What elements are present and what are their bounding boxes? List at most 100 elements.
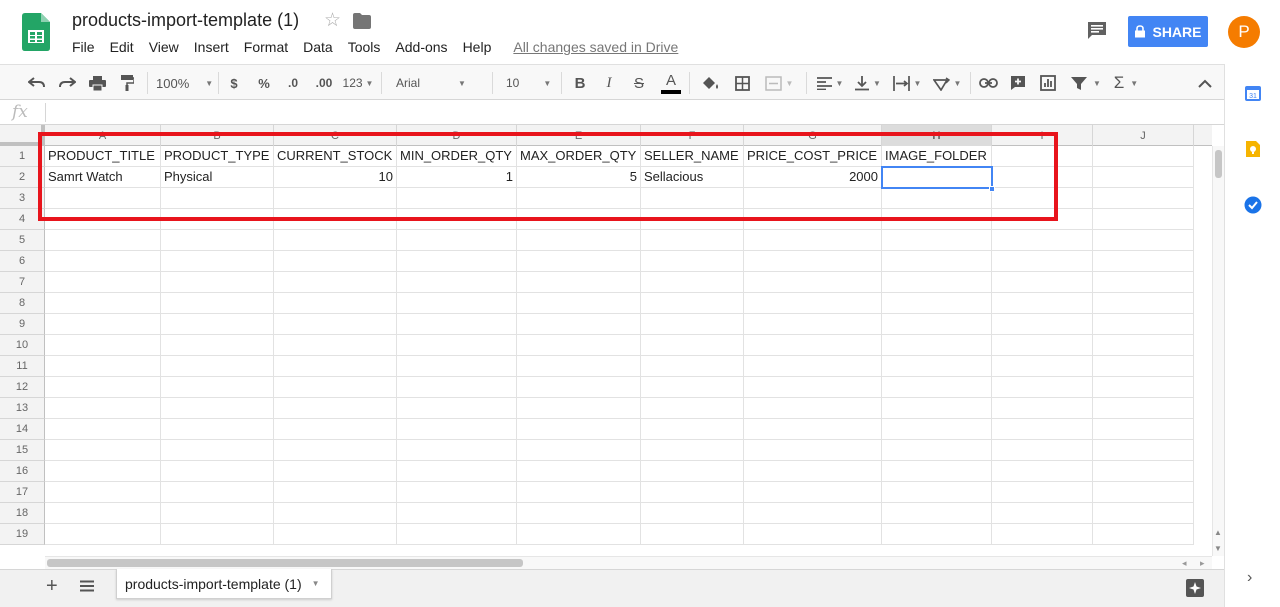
column-header-c[interactable]: C bbox=[274, 125, 397, 146]
keep-icon[interactable] bbox=[1244, 140, 1262, 158]
cell-empty[interactable] bbox=[397, 188, 517, 209]
functions-button[interactable]: Σ ▼ bbox=[1110, 65, 1142, 101]
cell-empty[interactable] bbox=[882, 440, 992, 461]
vertical-scrollbar[interactable] bbox=[1212, 146, 1224, 556]
cell-empty[interactable] bbox=[641, 524, 744, 545]
cell-empty[interactable] bbox=[517, 524, 641, 545]
cell-g1[interactable]: PRICE_COST_PRICE bbox=[744, 146, 882, 167]
bold-button[interactable]: B bbox=[571, 65, 589, 101]
cell-e1[interactable]: MAX_ORDER_QTY bbox=[517, 146, 641, 167]
cell-empty[interactable] bbox=[641, 230, 744, 251]
cell-empty[interactable] bbox=[744, 440, 882, 461]
sheet-tab-active[interactable]: products-import-template (1) ▼ bbox=[116, 569, 332, 599]
insert-link-icon[interactable] bbox=[977, 65, 999, 101]
cell-empty[interactable] bbox=[517, 377, 641, 398]
cell-empty[interactable] bbox=[397, 293, 517, 314]
share-button[interactable]: SHARE bbox=[1128, 16, 1208, 47]
cell-empty[interactable] bbox=[397, 482, 517, 503]
cell-d2[interactable]: 1 bbox=[397, 167, 517, 188]
column-header-i[interactable]: I bbox=[992, 125, 1093, 146]
cell-empty[interactable] bbox=[161, 419, 274, 440]
cell-empty[interactable] bbox=[1093, 377, 1194, 398]
cell-empty[interactable] bbox=[274, 398, 397, 419]
cell-empty[interactable] bbox=[992, 167, 1093, 188]
cell-a2[interactable]: Samrt Watch bbox=[45, 167, 161, 188]
cell-empty[interactable] bbox=[397, 524, 517, 545]
cell-empty[interactable] bbox=[882, 461, 992, 482]
cell-empty[interactable] bbox=[274, 377, 397, 398]
menu-addons[interactable]: Add-ons bbox=[395, 39, 447, 55]
cell-empty[interactable] bbox=[45, 209, 161, 230]
cell-empty[interactable] bbox=[161, 524, 274, 545]
cell-empty[interactable] bbox=[517, 188, 641, 209]
cell-empty[interactable] bbox=[1093, 356, 1194, 377]
row-header[interactable]: 2 bbox=[0, 167, 45, 188]
cell-empty[interactable] bbox=[45, 503, 161, 524]
cell-empty[interactable] bbox=[744, 293, 882, 314]
cell-empty[interactable] bbox=[397, 209, 517, 230]
cell-empty[interactable] bbox=[744, 209, 882, 230]
formula-input[interactable] bbox=[50, 100, 1220, 124]
cell-empty[interactable] bbox=[1093, 419, 1194, 440]
cell-empty[interactable] bbox=[45, 293, 161, 314]
cell-empty[interactable] bbox=[882, 230, 992, 251]
cell-empty[interactable] bbox=[641, 461, 744, 482]
cell-empty[interactable] bbox=[882, 377, 992, 398]
document-title[interactable]: products-import-template (1) bbox=[72, 10, 299, 31]
column-header-e[interactable]: E bbox=[517, 125, 641, 146]
row-header[interactable]: 12 bbox=[0, 377, 45, 398]
cell-empty[interactable] bbox=[882, 209, 992, 230]
avatar[interactable]: P bbox=[1228, 16, 1260, 48]
row-header[interactable]: 8 bbox=[0, 293, 45, 314]
cell-empty[interactable] bbox=[397, 503, 517, 524]
more-formats-button[interactable]: 123 ▼ bbox=[341, 65, 375, 101]
italic-button[interactable]: I bbox=[600, 65, 618, 101]
sheets-logo-icon[interactable] bbox=[22, 13, 50, 51]
cell-empty[interactable] bbox=[992, 419, 1093, 440]
row-header[interactable]: 14 bbox=[0, 419, 45, 440]
menu-view[interactable]: View bbox=[149, 39, 179, 55]
cell-empty[interactable] bbox=[517, 440, 641, 461]
cell-empty[interactable] bbox=[1093, 209, 1194, 230]
cell-empty[interactable] bbox=[397, 461, 517, 482]
calendar-icon[interactable]: 31 bbox=[1244, 84, 1262, 102]
cell-empty[interactable] bbox=[744, 314, 882, 335]
cell-empty[interactable] bbox=[161, 272, 274, 293]
cell-empty[interactable] bbox=[744, 230, 882, 251]
cell-empty[interactable] bbox=[1093, 461, 1194, 482]
cell-empty[interactable] bbox=[1093, 146, 1194, 167]
currency-format-button[interactable]: $ bbox=[226, 65, 242, 101]
row-header[interactable]: 16 bbox=[0, 461, 45, 482]
text-rotation-icon[interactable]: ▼ bbox=[930, 65, 964, 101]
cell-empty[interactable] bbox=[274, 251, 397, 272]
row-header[interactable]: 4 bbox=[0, 209, 45, 230]
tasks-icon[interactable] bbox=[1244, 196, 1262, 214]
cell-empty[interactable] bbox=[992, 440, 1093, 461]
row-header[interactable]: 19 bbox=[0, 524, 45, 545]
cell-empty[interactable] bbox=[274, 503, 397, 524]
cell-empty[interactable] bbox=[45, 482, 161, 503]
cell-empty[interactable] bbox=[992, 503, 1093, 524]
cell-empty[interactable] bbox=[161, 356, 274, 377]
filter-icon[interactable]: ▼ bbox=[1068, 65, 1104, 101]
cell-empty[interactable] bbox=[161, 398, 274, 419]
cell-empty[interactable] bbox=[1093, 188, 1194, 209]
cell-empty[interactable] bbox=[161, 482, 274, 503]
column-header-f[interactable]: F bbox=[641, 125, 744, 146]
cell-empty[interactable] bbox=[397, 440, 517, 461]
cell-empty[interactable] bbox=[1093, 398, 1194, 419]
cell-empty[interactable] bbox=[882, 503, 992, 524]
cell-empty[interactable] bbox=[517, 251, 641, 272]
cell-empty[interactable] bbox=[517, 314, 641, 335]
cell-h1[interactable]: IMAGE_FOLDER bbox=[882, 146, 992, 167]
add-sheet-icon[interactable]: + bbox=[46, 575, 58, 598]
cell-empty[interactable] bbox=[641, 377, 744, 398]
row-header[interactable]: 6 bbox=[0, 251, 45, 272]
cell-empty[interactable] bbox=[1093, 251, 1194, 272]
cell-empty[interactable] bbox=[517, 482, 641, 503]
text-wrapping-icon[interactable]: ▼ bbox=[890, 65, 924, 101]
cell-empty[interactable] bbox=[274, 188, 397, 209]
cell-empty[interactable] bbox=[992, 230, 1093, 251]
cell-g2[interactable]: 2000 bbox=[744, 167, 882, 188]
cell-empty[interactable] bbox=[882, 398, 992, 419]
